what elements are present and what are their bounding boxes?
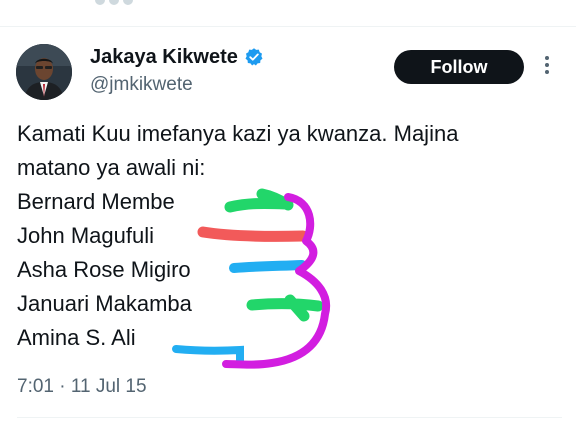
candidate-name: Bernard Membe — [17, 189, 175, 214]
more-options-icon[interactable] — [541, 56, 553, 78]
top-divider — [0, 26, 576, 27]
author-handle[interactable]: @jmkikwete — [90, 72, 193, 98]
tweet-page: Jakaya Kikwete @jmkikwete Follow Kamati … — [0, 0, 576, 426]
previous-post-fragment — [95, 0, 175, 6]
author-name-row: Jakaya Kikwete — [90, 44, 264, 70]
candidate-name: Januari Makamba — [17, 291, 192, 316]
candidate-name: John Magufuli — [17, 223, 154, 248]
avatar[interactable] — [16, 44, 72, 100]
candidate-name: Asha Rose Migiro — [17, 257, 191, 282]
tweet-text-line: Kamati Kuu imefanya kazi ya kwanza. Maji… — [17, 121, 459, 146]
avatar-portrait — [16, 44, 72, 100]
follow-button[interactable]: Follow — [394, 50, 524, 84]
candidate-name: Amina S. Ali — [17, 325, 136, 350]
tweet-timestamp[interactable]: 7:01 · 11 Jul 15 — [17, 374, 147, 400]
tweet-text-line: matano ya awali ni: — [17, 155, 206, 180]
author-display-name[interactable]: Jakaya Kikwete — [90, 44, 238, 70]
bottom-divider — [17, 417, 562, 418]
tweet-text: Kamati Kuu imefanya kazi ya kwanza. Maji… — [17, 117, 562, 355]
verified-badge-icon — [244, 47, 264, 67]
